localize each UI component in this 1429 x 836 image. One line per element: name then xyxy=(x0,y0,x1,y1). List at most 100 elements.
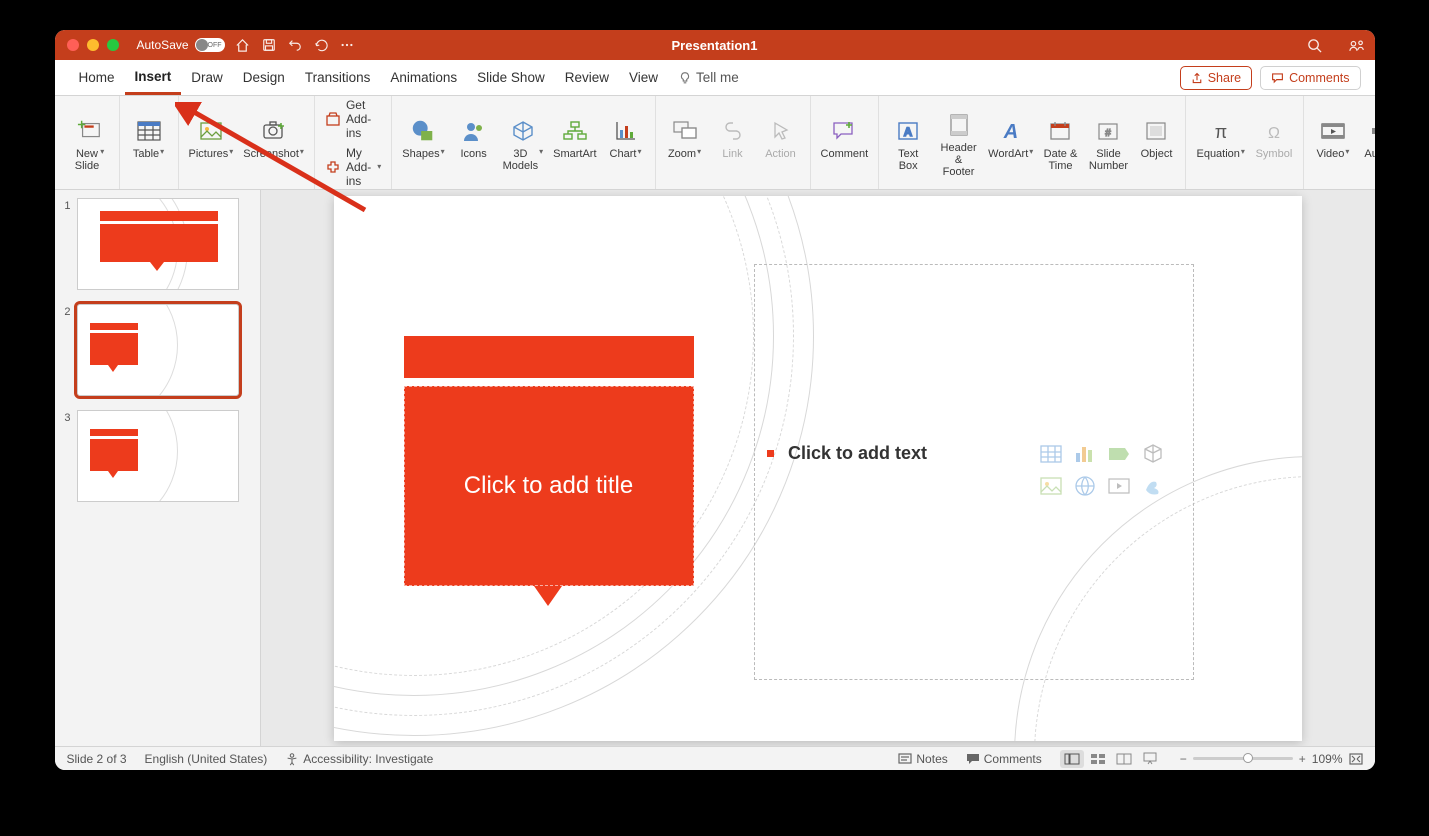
header-footer-button[interactable]: Header & Footer xyxy=(937,107,980,178)
symbol-icon: Ω xyxy=(1262,120,1286,142)
new-slide-icon xyxy=(77,118,103,144)
slide-counter[interactable]: Slide 2 of 3 xyxy=(67,752,127,766)
normal-view-button[interactable] xyxy=(1060,750,1084,768)
zoom-out-button[interactable]: − xyxy=(1180,752,1187,766)
fit-to-window-button[interactable] xyxy=(1349,753,1363,765)
share-button[interactable]: Share xyxy=(1180,66,1252,90)
comment-button[interactable]: Comment xyxy=(821,113,869,172)
bullet-icon xyxy=(767,450,774,457)
search-icon[interactable] xyxy=(1307,37,1323,53)
save-icon[interactable] xyxy=(261,37,277,53)
my-addins-button[interactable]: My Add-ins▾ xyxy=(325,146,381,188)
title-bar: AutoSave OFF Presentation1 xyxy=(55,30,1375,60)
wordart-button[interactable]: A WordArt▾ xyxy=(990,113,1032,172)
insert-smartart-icon[interactable] xyxy=(1105,441,1133,467)
view-buttons xyxy=(1060,750,1162,768)
autosave-toggle[interactable]: AutoSave OFF xyxy=(137,38,225,52)
title-placeholder[interactable]: Click to add title xyxy=(404,336,694,606)
zoom-in-button[interactable]: + xyxy=(1299,752,1306,766)
zoom-level[interactable]: 109% xyxy=(1312,752,1343,766)
tab-design[interactable]: Design xyxy=(233,60,295,95)
comment-bubble-icon xyxy=(831,120,857,142)
insert-video-icon[interactable] xyxy=(1105,473,1133,499)
calendar-icon xyxy=(1048,120,1072,142)
insert-stock-icon[interactable] xyxy=(1139,473,1167,499)
comments-icon xyxy=(966,753,980,765)
tab-home[interactable]: Home xyxy=(69,60,125,95)
3d-models-button[interactable]: 3D Models▾ xyxy=(503,113,543,172)
screenshot-button[interactable]: Screenshot▾ xyxy=(243,113,304,172)
insert-table-icon[interactable] xyxy=(1037,441,1065,467)
share-menu-icon[interactable] xyxy=(1349,37,1365,53)
reading-view-button[interactable] xyxy=(1112,750,1136,768)
thumbnail-1[interactable]: 1 xyxy=(61,198,254,290)
undo-icon[interactable] xyxy=(287,37,303,53)
thumbnail-3[interactable]: 3 xyxy=(61,410,254,502)
insert-chart-icon[interactable] xyxy=(1071,441,1099,467)
object-button[interactable]: Object xyxy=(1137,113,1175,172)
date-time-button[interactable]: Date & Time xyxy=(1041,113,1079,172)
new-slide-button[interactable]: New Slide▾ xyxy=(71,113,109,172)
zoom-icon xyxy=(672,120,698,142)
tab-draw[interactable]: Draw xyxy=(181,60,233,95)
chart-icon xyxy=(614,120,638,142)
chart-button[interactable]: Chart▾ xyxy=(607,113,645,172)
addins-store-icon xyxy=(325,111,341,127)
home-icon[interactable] xyxy=(235,37,251,53)
comment-icon xyxy=(1271,72,1284,84)
sorter-view-button[interactable] xyxy=(1086,750,1110,768)
comments-button[interactable]: Comments xyxy=(1260,66,1360,90)
slideshow-view-button[interactable] xyxy=(1138,750,1162,768)
tab-animations[interactable]: Animations xyxy=(380,60,467,95)
autosave-switch-off[interactable]: OFF xyxy=(195,38,225,52)
tell-me-search[interactable]: Tell me xyxy=(668,70,749,85)
action-button: Action xyxy=(762,113,800,172)
shapes-button[interactable]: Shapes▾ xyxy=(402,113,444,172)
equation-button[interactable]: π Equation▾ xyxy=(1196,113,1244,172)
thumbnail-2[interactable]: 2 xyxy=(61,304,254,396)
insert-picture-icon[interactable] xyxy=(1037,473,1065,499)
pictures-button[interactable]: Pictures▾ xyxy=(189,113,234,172)
ribbon-tabs: Home Insert Draw Design Transitions Anim… xyxy=(55,60,1375,96)
tab-insert[interactable]: Insert xyxy=(125,60,182,95)
zoom-button[interactable]: Zoom▾ xyxy=(666,113,704,172)
tab-slideshow[interactable]: Slide Show xyxy=(467,60,555,95)
tab-review[interactable]: Review xyxy=(555,60,619,95)
slide-number-button[interactable]: # Slide Number xyxy=(1089,113,1127,172)
close-window-button[interactable] xyxy=(67,39,79,51)
maximize-window-button[interactable] xyxy=(107,39,119,51)
get-addins-button[interactable]: Get Add-ins xyxy=(325,98,381,140)
tab-transitions[interactable]: Transitions xyxy=(295,60,381,95)
text-box-button[interactable]: A Text Box xyxy=(889,113,927,172)
redo-icon[interactable] xyxy=(313,37,329,53)
zoom-slider[interactable] xyxy=(1193,757,1293,760)
textbox-icon: A xyxy=(896,120,920,142)
slidenum-icon: # xyxy=(1096,120,1120,142)
language-indicator[interactable]: English (United States) xyxy=(145,752,268,766)
video-button[interactable]: Video▾ xyxy=(1314,113,1352,172)
insert-online-picture-icon[interactable] xyxy=(1071,473,1099,499)
insert-3d-icon[interactable] xyxy=(1139,441,1167,467)
smartart-icon xyxy=(562,120,588,142)
slide-canvas-area[interactable]: Click to add title Click to add text xyxy=(261,190,1375,746)
slide-canvas[interactable]: Click to add title Click to add text xyxy=(334,196,1302,741)
icons-button[interactable]: Icons xyxy=(455,113,493,172)
notes-button[interactable]: Notes xyxy=(898,752,947,766)
smartart-button[interactable]: SmartArt xyxy=(553,113,596,172)
minimize-window-button[interactable] xyxy=(87,39,99,51)
accessibility-check[interactable]: Accessibility: Investigate xyxy=(285,752,433,766)
ribbon-insert: New Slide▾ Table▾ Pictures▾ Screenshot▾ xyxy=(55,96,1375,190)
more-icon[interactable] xyxy=(339,37,355,53)
comments-pane-button[interactable]: Comments xyxy=(966,752,1042,766)
zoom-control: − + 109% xyxy=(1180,752,1363,766)
svg-text:A: A xyxy=(1002,121,1017,143)
object-icon xyxy=(1144,120,1168,142)
content-placeholder[interactable]: Click to add text xyxy=(754,264,1194,680)
table-button[interactable]: Table▾ xyxy=(130,113,168,172)
tab-view[interactable]: View xyxy=(619,60,668,95)
window-controls xyxy=(55,39,119,51)
my-addins-icon xyxy=(325,159,341,175)
audio-button[interactable]: Audio▾ xyxy=(1362,113,1375,172)
share-icon xyxy=(1191,72,1203,84)
document-title: Presentation1 xyxy=(672,38,758,53)
